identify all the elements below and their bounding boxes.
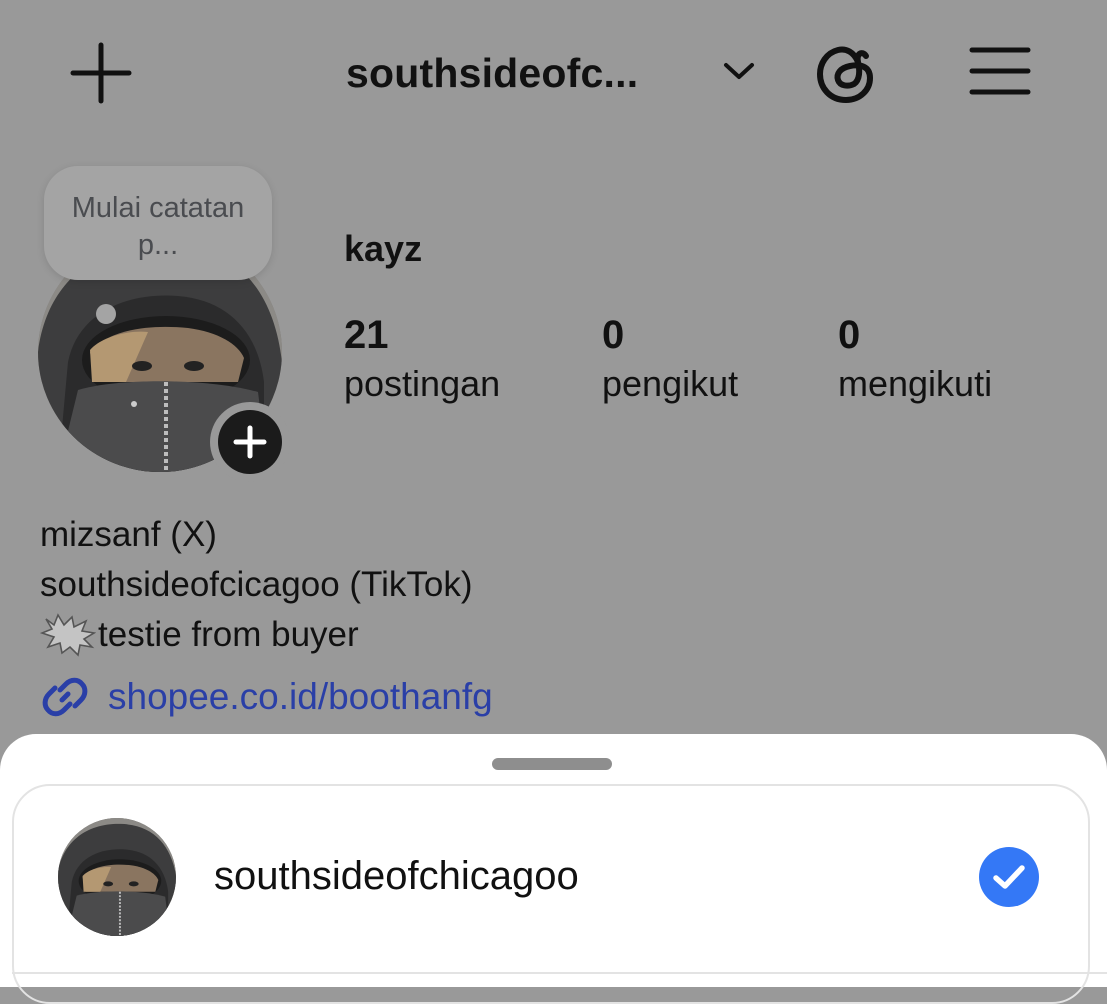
threads-icon[interactable] [814, 40, 878, 106]
note-bubble-tail [96, 304, 116, 324]
stat-value: 21 [344, 313, 389, 357]
note-placeholder: Mulai catatan p... [71, 192, 245, 261]
link-icon [42, 677, 88, 717]
plus-icon [233, 425, 267, 459]
bio: mizsanf (X) southsideofcicagoo (TikTok) … [40, 510, 473, 660]
menu-icon[interactable] [968, 44, 1032, 98]
chevron-down-icon[interactable] [722, 60, 756, 82]
note-bubble[interactable]: Mulai catatan p... [44, 166, 272, 280]
sheet-grabber[interactable] [492, 758, 612, 770]
stat-label: postingan [344, 363, 501, 404]
stat-label: pengikut [602, 363, 739, 404]
bio-line: mizsanf (X) [40, 515, 217, 554]
stat-followers[interactable]: 0 pengikut [602, 312, 738, 406]
bio-line: southsideofcicagoo (TikTok) [40, 565, 473, 604]
add-story-button[interactable] [210, 402, 290, 482]
link-text: shopee.co.id/boothanfg [108, 676, 493, 717]
stat-value: 0 [838, 313, 861, 357]
stat-posts[interactable]: 21 postingan [344, 312, 500, 406]
speech-burst-icon [40, 613, 96, 657]
username-switcher[interactable]: southsideofc... [346, 50, 638, 97]
bio-link[interactable]: shopee.co.id/boothanfg [40, 672, 493, 722]
account-avatar[interactable] [58, 818, 176, 936]
selected-check-icon[interactable] [978, 846, 1040, 908]
account-username[interactable]: southsideofchicagoo [214, 854, 579, 899]
bio-text: testie from buyer [98, 615, 359, 654]
stat-label: mengikuti [838, 363, 993, 404]
stat-following[interactable]: 0 mengikuti [838, 312, 992, 406]
divider [12, 972, 1107, 974]
stat-value: 0 [602, 313, 625, 357]
create-plus-icon[interactable] [70, 42, 132, 104]
display-name: kayz [344, 228, 423, 269]
bio-line-testie: testie from buyer [40, 610, 473, 660]
